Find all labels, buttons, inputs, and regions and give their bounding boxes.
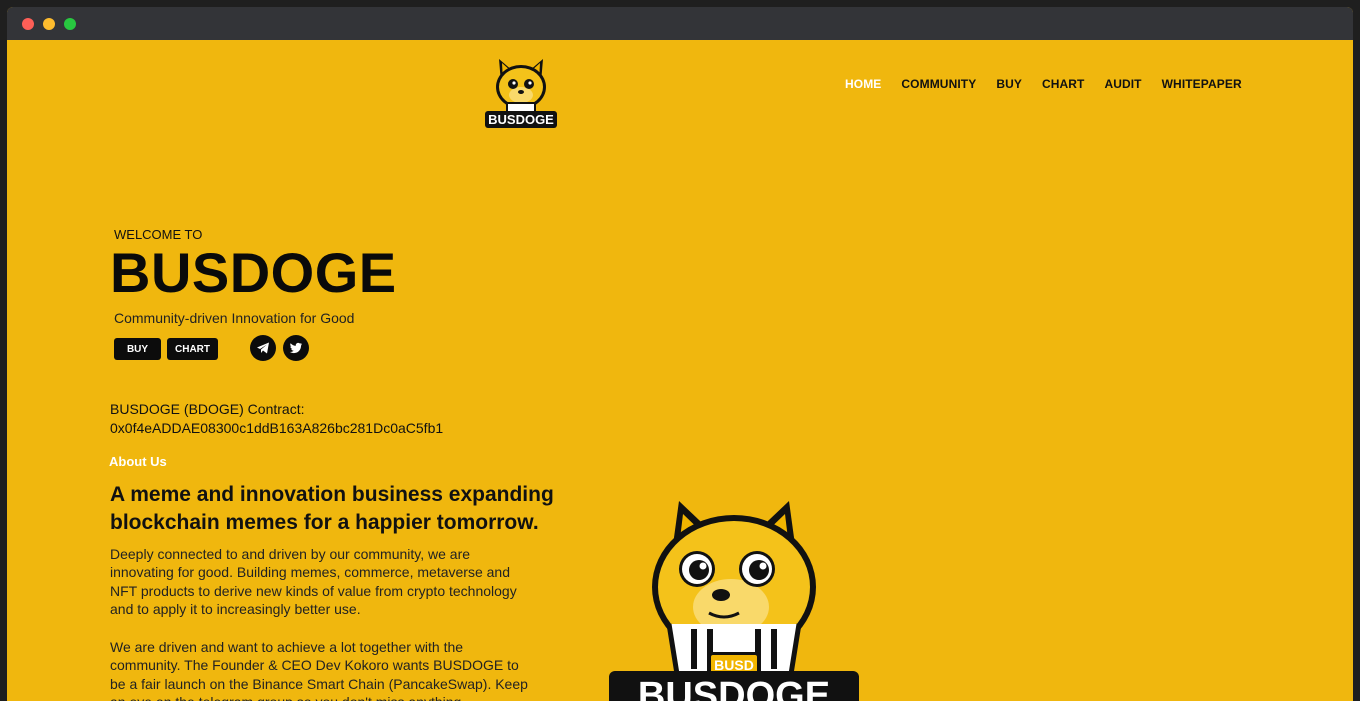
nav-item-home[interactable]: HOME [845,77,881,91]
nav-item-audit[interactable]: AUDIT [1104,77,1141,91]
about-us-label: About Us [109,454,167,469]
twitter-link[interactable] [283,335,309,361]
chart-button[interactable]: CHART [167,338,218,360]
about-paragraph-1: Deeply connected to and driven by our co… [110,546,517,617]
close-window-button[interactable] [22,18,34,30]
window-titlebar [7,7,1353,40]
logo-text: BUSDOGE [488,112,554,127]
mascot-badge-text: BUSD [714,657,754,673]
about-heading: A meme and innovation business expanding… [110,483,554,534]
contract-address[interactable]: 0x0f4eADDAE08300c1ddB163A826bc281Dc0aC5f… [110,419,443,438]
browser-window: BUSDOGE HOME COMMUNITY BUY CHART AUDIT W… [7,7,1353,701]
mascot-text: BUSDOGE [638,675,830,701]
welcome-text: WELCOME TO [114,227,203,242]
twitter-icon [289,342,302,354]
main-nav: HOME COMMUNITY BUY CHART AUDIT WHITEPAPE… [845,77,1262,91]
nav-item-whitepaper[interactable]: WHITEPAPER [1162,77,1242,91]
about-paragraph-2: We are driven and want to achieve a lot … [110,639,528,701]
hero-title: BUSDOGE [110,241,397,304]
nav-item-buy[interactable]: BUY [996,77,1022,91]
hero-tagline: Community-driven Innovation for Good [114,310,355,326]
busdoge-mascot-image: BUSD BUSDOGE [609,501,859,701]
buy-button[interactable]: BUY [114,338,161,360]
busdoge-logo[interactable]: BUSDOGE [479,49,563,131]
maximize-window-button[interactable] [64,18,76,30]
contract-label: BUSDOGE (BDOGE) Contract: [110,401,305,417]
minimize-window-button[interactable] [43,18,55,30]
telegram-icon [257,342,269,354]
contract-info: BUSDOGE (BDOGE) Contract: 0x0f4eADDAE083… [110,400,443,438]
telegram-link[interactable] [250,335,276,361]
nav-item-chart[interactable]: CHART [1042,77,1085,91]
nav-item-community[interactable]: COMMUNITY [901,77,976,91]
